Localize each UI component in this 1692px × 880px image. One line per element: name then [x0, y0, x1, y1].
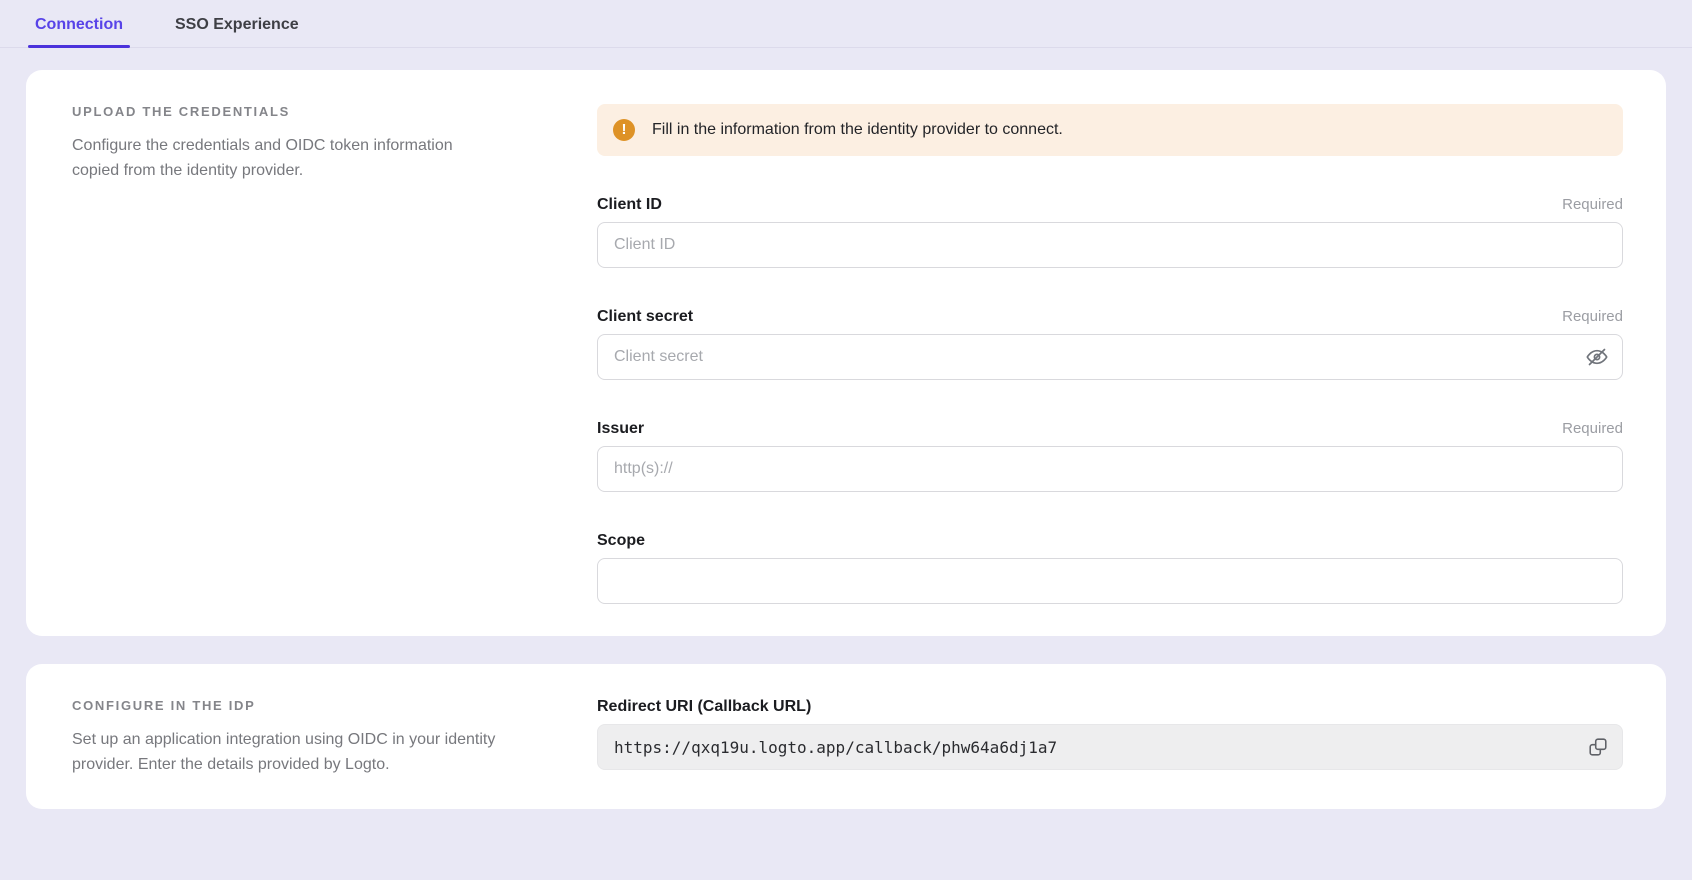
- credentials-section-description: Configure the credentials and OIDC token…: [72, 133, 504, 183]
- scope-field-head: Scope: [597, 532, 1623, 550]
- redirect-uri-label: Redirect URI (Callback URL): [597, 698, 811, 716]
- scope-input[interactable]: [597, 558, 1623, 604]
- scope-field-group: Scope: [597, 532, 1623, 604]
- client-secret-field-group: Client secret Required: [597, 308, 1623, 380]
- redirect-uri-readonly-field: https://qxq19u.logto.app/callback/phw64a…: [597, 724, 1623, 770]
- client-secret-field-head: Client secret Required: [597, 308, 1623, 326]
- client-secret-required-badge: Required: [1562, 308, 1623, 325]
- issuer-input-wrap: [597, 446, 1623, 492]
- idp-section-title: CONFIGURE IN THE IDP: [72, 698, 504, 713]
- redirect-uri-field-head: Redirect URI (Callback URL): [597, 698, 1623, 716]
- client-id-input-wrap: [597, 222, 1623, 268]
- copy-redirect-uri-button[interactable]: [1579, 728, 1617, 766]
- idp-card: CONFIGURE IN THE IDP Set up an applicati…: [26, 664, 1666, 809]
- tab-connection[interactable]: Connection: [28, 0, 130, 47]
- tab-bar: Connection SSO Experience: [0, 0, 1692, 48]
- copy-icon: [1587, 736, 1609, 758]
- idp-section-description: Set up an application integration using …: [72, 727, 504, 777]
- credentials-form: ! Fill in the information from the ident…: [597, 104, 1623, 604]
- toggle-secret-visibility-button[interactable]: [1581, 341, 1613, 373]
- scope-label: Scope: [597, 532, 645, 550]
- issuer-field-head: Issuer Required: [597, 420, 1623, 438]
- issuer-required-badge: Required: [1562, 420, 1623, 437]
- issuer-input[interactable]: [597, 446, 1623, 492]
- issuer-field-group: Issuer Required: [597, 420, 1623, 492]
- redirect-uri-field-group: Redirect URI (Callback URL) https://qxq1…: [597, 698, 1623, 770]
- client-id-input[interactable]: [597, 222, 1623, 268]
- alert-circle-icon: !: [613, 119, 635, 141]
- alert-banner: ! Fill in the information from the ident…: [597, 104, 1623, 156]
- client-id-label: Client ID: [597, 196, 662, 214]
- client-id-required-badge: Required: [1562, 196, 1623, 213]
- eye-off-icon: [1585, 345, 1609, 369]
- client-secret-label: Client secret: [597, 308, 693, 326]
- client-secret-input[interactable]: [597, 334, 1623, 380]
- idp-form: Redirect URI (Callback URL) https://qxq1…: [597, 698, 1623, 777]
- idp-intro: CONFIGURE IN THE IDP Set up an applicati…: [72, 698, 504, 777]
- client-id-field-group: Client ID Required: [597, 196, 1623, 268]
- client-secret-input-wrap: [597, 334, 1623, 380]
- issuer-label: Issuer: [597, 420, 644, 438]
- client-id-field-head: Client ID Required: [597, 196, 1623, 214]
- tab-sso-experience[interactable]: SSO Experience: [168, 0, 306, 47]
- credentials-intro: UPLOAD THE CREDENTIALS Configure the cre…: [72, 104, 504, 604]
- scope-input-wrap: [597, 558, 1623, 604]
- alert-message: Fill in the information from the identit…: [652, 121, 1063, 139]
- credentials-card: UPLOAD THE CREDENTIALS Configure the cre…: [26, 70, 1666, 636]
- redirect-uri-value: https://qxq19u.logto.app/callback/phw64a…: [614, 738, 1579, 757]
- credentials-section-title: UPLOAD THE CREDENTIALS: [72, 104, 504, 119]
